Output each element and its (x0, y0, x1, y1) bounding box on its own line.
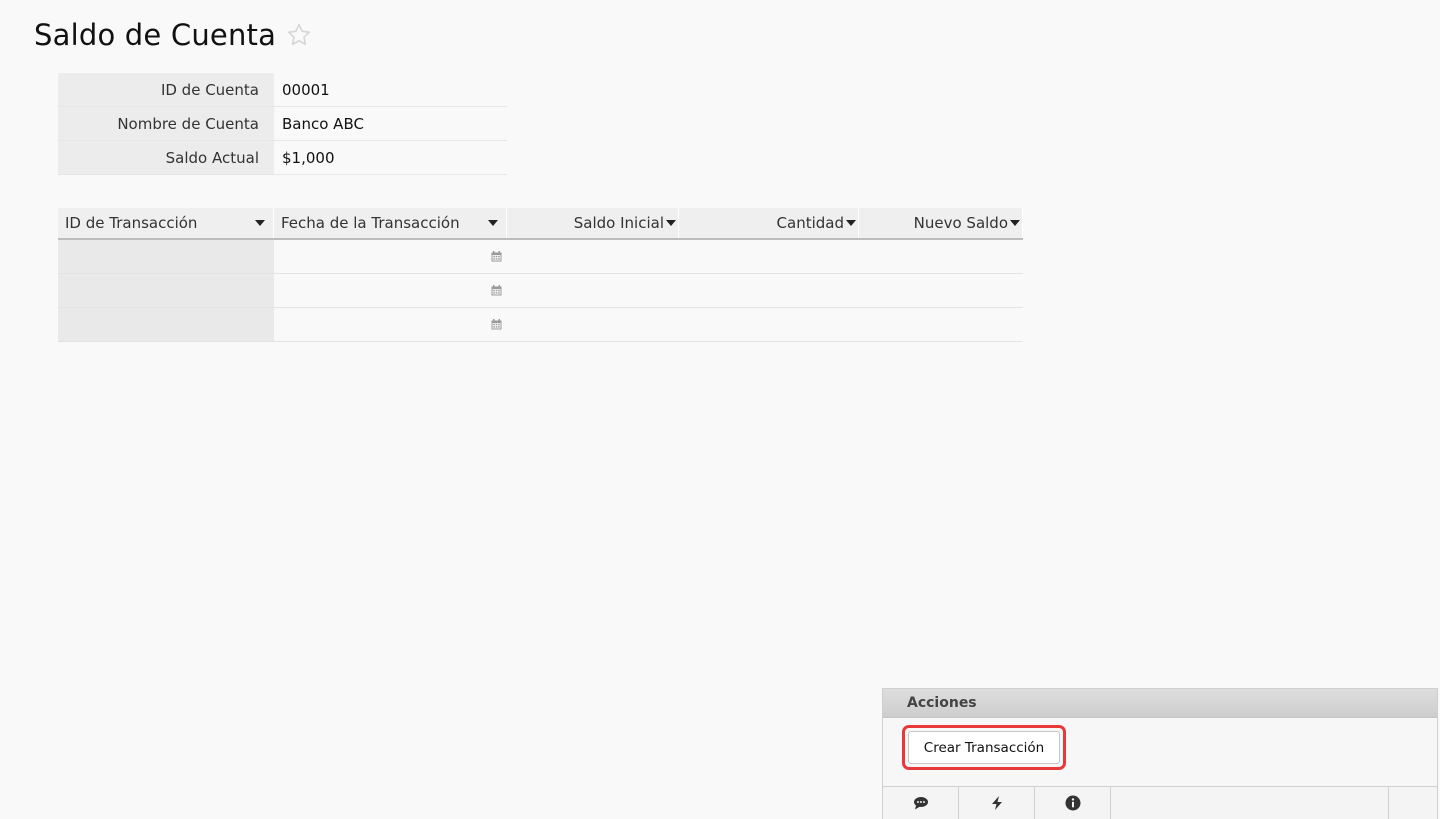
cell-transaction-id[interactable] (58, 240, 274, 273)
cell-transaction-date[interactable] (274, 274, 507, 307)
bolt-icon (991, 796, 1002, 810)
column-header-label: Saldo Inicial (573, 214, 664, 232)
calendar-icon[interactable] (491, 251, 502, 262)
actions-header: Acciones (883, 689, 1437, 718)
transactions-grid-header: ID de Transacción Fecha de la Transacció… (58, 208, 1023, 240)
cell-amount[interactable] (679, 308, 859, 341)
account-info-table: ID de Cuenta 00001 Nombre de Cuenta Banc… (58, 73, 507, 175)
account-id-label: ID de Cuenta (58, 73, 274, 107)
caret-down-icon[interactable] (488, 220, 498, 226)
info-button[interactable] (1035, 787, 1111, 819)
cell-initial-balance[interactable] (507, 308, 679, 341)
bolt-button[interactable] (959, 787, 1035, 819)
table-row (58, 308, 1023, 342)
account-name-row: Nombre de Cuenta Banco ABC (58, 106, 507, 141)
create-transaction-button[interactable]: Crear Transacción (908, 731, 1060, 764)
column-header-label: ID de Transacción (65, 214, 198, 232)
cell-transaction-id[interactable] (58, 274, 274, 307)
account-id-value: 00001 (274, 73, 507, 107)
page-title: Saldo de Cuenta (34, 18, 277, 52)
account-name-value: Banco ABC (274, 106, 507, 141)
cell-amount[interactable] (679, 240, 859, 273)
toolbar-spacer (1111, 787, 1389, 819)
cell-initial-balance[interactable] (507, 240, 679, 273)
calendar-icon[interactable] (491, 285, 502, 296)
column-header-label: Nuevo Saldo (913, 214, 1008, 232)
column-header-label: Cantidad (776, 214, 844, 232)
column-header-initial-balance[interactable]: Saldo Inicial (507, 208, 679, 238)
caret-down-icon[interactable] (846, 220, 856, 226)
current-balance-row: Saldo Actual $1,000 (58, 140, 507, 175)
column-header-label: Fecha de la Transacción (281, 214, 460, 232)
star-icon[interactable] (286, 22, 312, 48)
current-balance-value: $1,000 (274, 140, 507, 175)
cell-new-balance[interactable] (859, 240, 1023, 273)
current-balance-label: Saldo Actual (58, 140, 274, 175)
cell-new-balance[interactable] (859, 308, 1023, 341)
info-circle-icon (1065, 795, 1080, 811)
cell-amount[interactable] (679, 274, 859, 307)
actions-footer-toolbar (883, 786, 1437, 819)
column-header-amount[interactable]: Cantidad (679, 208, 859, 238)
column-header-new-balance[interactable]: Nuevo Saldo (859, 208, 1023, 238)
page-header: Saldo de Cuenta (34, 18, 312, 52)
comment-icon (913, 797, 928, 810)
cell-transaction-id[interactable] (58, 308, 274, 341)
caret-down-icon[interactable] (1010, 220, 1020, 226)
calendar-icon[interactable] (491, 319, 502, 330)
column-header-transaction-id[interactable]: ID de Transacción (58, 208, 274, 238)
cell-transaction-date[interactable] (274, 308, 507, 341)
cell-initial-balance[interactable] (507, 274, 679, 307)
caret-down-icon[interactable] (666, 220, 676, 226)
caret-down-icon[interactable] (255, 220, 265, 226)
column-header-transaction-date[interactable]: Fecha de la Transacción (274, 208, 507, 238)
account-id-row: ID de Cuenta 00001 (58, 73, 507, 107)
actions-panel: Acciones Crear Transacción (882, 688, 1438, 819)
account-name-label: Nombre de Cuenta (58, 106, 274, 141)
cell-transaction-date[interactable] (274, 240, 507, 273)
table-row (58, 240, 1023, 274)
comment-button[interactable] (883, 787, 959, 819)
table-row (58, 274, 1023, 308)
cell-new-balance[interactable] (859, 274, 1023, 307)
transactions-grid: ID de Transacción Fecha de la Transacció… (58, 208, 1023, 342)
